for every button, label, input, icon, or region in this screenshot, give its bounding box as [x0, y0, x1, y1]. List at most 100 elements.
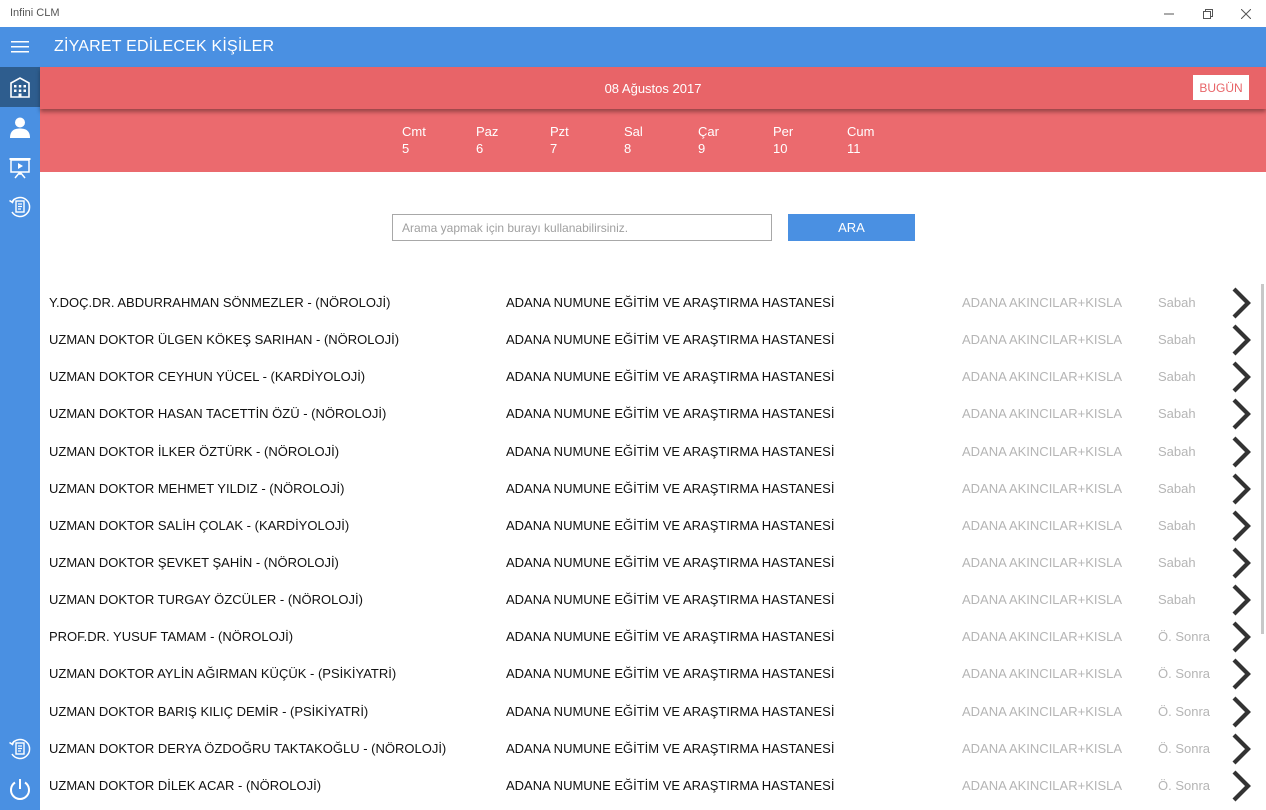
day-name: Pzt — [550, 124, 569, 139]
current-date: 08 Ağustos 2017 — [604, 81, 702, 96]
list-item[interactable]: UZMAN DOKTOR MEHMET YILDIZ - (NÖROLOJİ) A… — [40, 470, 1266, 507]
chevron-right-icon[interactable] — [1228, 360, 1254, 394]
chevron-right-icon[interactable] — [1228, 286, 1254, 320]
list-item[interactable]: UZMAN DOKTOR ŞEVKET ŞAHİN - (NÖROLOJİ) AD… — [40, 544, 1266, 581]
hospital-name: ADANA NUMUNE EĞİTİM VE ARAŞTIRMA HASTANE… — [506, 777, 835, 793]
today-button[interactable]: BUGÜN — [1193, 75, 1249, 100]
chevron-right-icon[interactable] — [1228, 732, 1254, 766]
region-name: ADANA AKINCILAR+KISLA — [962, 740, 1123, 756]
list-item[interactable]: UZMAN DOKTOR DİLEK ACAR - (NÖROLOJİ) ADAN… — [40, 767, 1266, 804]
visit-time: Sabah — [1158, 480, 1196, 496]
minimize-button[interactable] — [1149, 0, 1189, 27]
list-item[interactable]: UZMAN DOKTOR ÜLGEN KÖKEŞ SARIHAN - (NÖRO… — [40, 321, 1266, 358]
region-name: ADANA AKINCILAR+KISLA — [962, 777, 1123, 793]
day-5[interactable]: Per 10 — [773, 123, 793, 157]
day-name: Cum — [847, 124, 875, 139]
date-selector: 08 Ağustos 2017 BUGÜN Cmt 5 Paz 6 Pzt 7 Sal 8 Ça… — [40, 67, 1266, 172]
day-name: Per — [773, 124, 794, 139]
day-3[interactable]: Sal 8 — [624, 123, 643, 157]
sidebar-item-reports[interactable] — [0, 729, 40, 769]
sidebar-item-persons[interactable] — [0, 107, 40, 147]
list-item[interactable]: UZMAN DOKTOR HASAN TACETTİN ÖZÜ - (NÖROL… — [40, 395, 1266, 432]
day-2[interactable]: Pzt 7 — [550, 123, 569, 157]
list-item[interactable]: Y.DOÇ.DR. ABDURRAHMAN SÖNMEZLER - (NÖROL… — [40, 284, 1266, 321]
chevron-right-icon[interactable] — [1228, 546, 1254, 580]
power-icon — [10, 779, 30, 800]
hospital-name: ADANA NUMUNE EĞİTİM VE ARAŞTIRMA HASTANE… — [506, 369, 835, 385]
search-button[interactable]: ARA — [788, 214, 915, 241]
doctor-name: UZMAN DOKTOR SALİH ÇOLAK - (KARDİYOLOJİ) — [49, 517, 350, 533]
hospital-name: ADANA NUMUNE EĞİTİM VE ARAŞTIRMA HASTANE… — [506, 517, 835, 533]
list-item[interactable]: UZMAN DOKTOR AYLİN AĞIRMAN KÜÇÜK - (PSİK… — [40, 655, 1266, 692]
hospital-name: ADANA NUMUNE EĞİTİM VE ARAŞTIRMA HASTANE… — [506, 332, 835, 348]
doctor-name: UZMAN DOKTOR MEHMET YILDIZ - (NÖROLOJİ) — [49, 480, 345, 496]
sidebar-item-visits[interactable] — [0, 187, 40, 227]
hospital-name: ADANA NUMUNE EĞİTİM VE ARAŞTIRMA HASTANE… — [506, 554, 835, 570]
visit-time: Sabah — [1158, 517, 1196, 533]
chevron-right-icon[interactable] — [1228, 509, 1254, 543]
doctor-name: UZMAN DOKTOR BARIŞ KILIÇ DEMİR - (PSİKİY… — [49, 703, 369, 719]
day-name: Sal — [624, 124, 643, 139]
list-item[interactable]: UZMAN DOKTOR DERYA ÖZDOĞRU TAKTAKOĞLU - … — [40, 730, 1266, 767]
day-1[interactable]: Paz 6 — [476, 123, 498, 157]
scrollbar[interactable] — [1261, 284, 1264, 634]
hospital-name: ADANA NUMUNE EĞİTİM VE ARAŞTIRMA HASTANE… — [506, 703, 835, 719]
chevron-right-icon[interactable] — [1228, 323, 1254, 357]
visit-time: Ö. Sonra — [1158, 777, 1211, 793]
day-name: Çar — [698, 124, 719, 139]
visits-icon — [9, 196, 31, 218]
list-item[interactable]: UZMAN DOKTOR SALİH ÇOLAK - (KARDİYOLOJİ)… — [40, 507, 1266, 544]
hospital-name: ADANA NUMUNE EĞİTİM VE ARAŞTIRMA HASTANE… — [506, 443, 835, 459]
doctor-name: UZMAN DOKTOR ŞEVKET ŞAHİN - (NÖROLOJİ) — [49, 554, 339, 570]
day-number: 5 — [402, 141, 410, 156]
day-number: 7 — [550, 141, 558, 156]
close-button[interactable] — [1226, 0, 1266, 27]
sidebar — [0, 27, 40, 810]
list-item[interactable]: PROF.DR. YUSUF TAMAM - (NÖROLOJİ) ADANA N… — [40, 618, 1266, 655]
doctor-name: UZMAN DOKTOR TURGAY ÖZCÜLER - (NÖROLOJİ) — [49, 592, 363, 608]
chevron-right-icon[interactable] — [1228, 695, 1254, 729]
day-4[interactable]: Çar 9 — [698, 123, 719, 157]
doctor-name: Y.DOÇ.DR. ABDURRAHMAN SÖNMEZLER - (NÖROL… — [49, 295, 391, 310]
chevron-right-icon[interactable] — [1228, 620, 1254, 654]
day-number: 6 — [476, 141, 484, 156]
restore-button[interactable] — [1188, 0, 1228, 27]
visit-time: Ö. Sonra — [1158, 703, 1211, 719]
visit-time: Ö. Sonra — [1158, 666, 1211, 682]
day-number: 11 — [847, 141, 861, 156]
building-icon — [10, 77, 30, 98]
visit-time: Sabah — [1158, 443, 1196, 459]
doctor-name: UZMAN DOKTOR AYLİN AĞIRMAN KÜÇÜK - (PSİK… — [49, 666, 397, 682]
chevron-right-icon[interactable] — [1228, 657, 1254, 691]
day-name: Paz — [476, 124, 499, 139]
chevron-right-icon[interactable] — [1228, 583, 1254, 617]
chevron-right-icon[interactable] — [1228, 435, 1254, 469]
list-item[interactable]: UZMAN DOKTOR İLKER ÖZTÜRK - (NÖROLOJİ) AD… — [40, 433, 1266, 470]
region-name: ADANA AKINCILAR+KISLA — [962, 592, 1123, 608]
hospital-name: ADANA NUMUNE EĞİTİM VE ARAŞTIRMA HASTANE… — [506, 740, 835, 756]
region-name: ADANA AKINCILAR+KISLA — [962, 629, 1123, 645]
search-input[interactable] — [392, 214, 772, 241]
chevron-right-icon[interactable] — [1228, 472, 1254, 506]
sidebar-item-presentations[interactable] — [0, 147, 40, 187]
minimize-icon — [1164, 13, 1174, 14]
chevron-right-icon[interactable] — [1228, 397, 1254, 431]
day-number: 8 — [624, 141, 632, 156]
chevron-right-icon[interactable] — [1228, 769, 1254, 803]
sidebar-item-institutions[interactable] — [0, 67, 40, 107]
list-item[interactable]: UZMAN DOKTOR CEYHUN YÜCEL - (KARDİYOLOJİ… — [40, 358, 1266, 395]
visit-time: Ö. Sonra — [1158, 629, 1211, 645]
list-item[interactable]: UZMAN DOKTOR TURGAY ÖZCÜLER - (NÖROLOJİ)… — [40, 581, 1266, 618]
day-0[interactable]: Cmt 5 — [402, 123, 426, 157]
region-name: ADANA AKINCILAR+KISLA — [962, 332, 1123, 348]
doctor-name: UZMAN DOKTOR ÜLGEN KÖKEŞ SARIHAN - (NÖRO… — [49, 332, 400, 348]
region-name: ADANA AKINCILAR+KISLA — [962, 554, 1123, 570]
list-item[interactable]: UZMAN DOKTOR BARIŞ KILIÇ DEMİR - (PSİKİY… — [40, 693, 1266, 730]
day-name: Cmt — [402, 124, 426, 139]
hamburger-menu-button[interactable] — [0, 27, 40, 67]
hospital-name: ADANA NUMUNE EĞİTİM VE ARAŞTIRMA HASTANE… — [506, 406, 835, 422]
logout-button[interactable] — [0, 769, 40, 809]
page-title: ZİYARET EDİLECEK KİŞİLER — [54, 38, 275, 55]
day-6[interactable]: Cum 11 — [847, 123, 874, 157]
region-name: ADANA AKINCILAR+KISLA — [962, 517, 1123, 533]
